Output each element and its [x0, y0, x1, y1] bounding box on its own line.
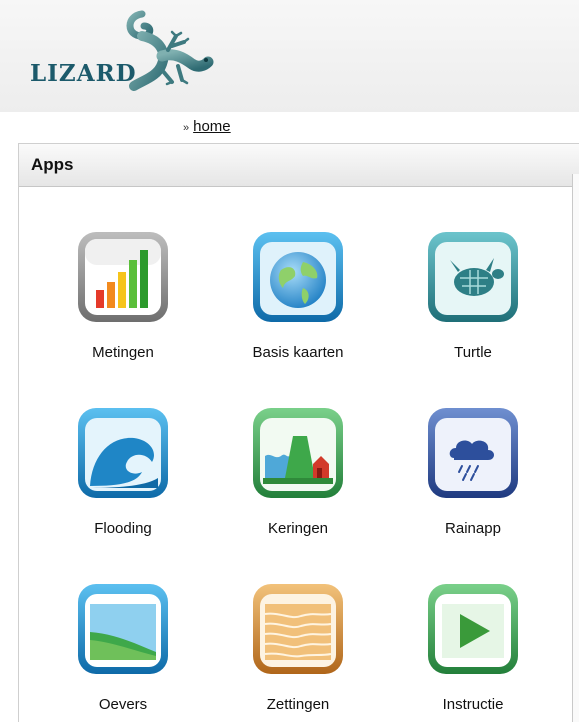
app-label-rainapp: Rainapp [445, 520, 501, 537]
app-label-zettingen: Zettingen [266, 696, 330, 713]
app-tile-basis-kaarten[interactable]: Basis kaarten [214, 230, 364, 390]
raincloud-icon[interactable] [426, 406, 520, 500]
landscape-icon[interactable] [76, 582, 170, 676]
app-label-turtle: Turtle [454, 344, 492, 361]
app-tile-oevers[interactable]: Oevers [39, 582, 189, 722]
app-tile-instructie[interactable]: Instructie [389, 582, 539, 722]
panel-scrollbar[interactable] [572, 174, 579, 722]
logo-text[interactable]: LIZARD [30, 60, 137, 87]
breadcrumb-home-link[interactable]: home [193, 118, 231, 135]
play-icon[interactable] [426, 582, 520, 676]
app-tile-zettingen[interactable]: Zettingen [214, 582, 364, 722]
header: LIZARD [0, 0, 579, 112]
lizard-logo-icon[interactable] [122, 6, 214, 92]
app-label-oevers: Oevers [98, 696, 148, 713]
app-tile-flooding[interactable]: Flooding [39, 406, 189, 566]
apps-panel: Apps Metingen Basis kaarten Turtle Flood… [18, 143, 579, 722]
panel-title: Apps [31, 155, 74, 174]
globe-icon[interactable] [251, 230, 345, 324]
app-label-flooding: Flooding [94, 520, 152, 537]
app-label-keringen: Keringen [267, 520, 329, 537]
layers-icon[interactable] [251, 582, 345, 676]
wave-icon[interactable] [76, 406, 170, 500]
app-tile-rainapp[interactable]: Rainapp [389, 406, 539, 566]
app-label-basis-kaarten: Basis kaarten [252, 344, 344, 361]
app-tile-keringen[interactable]: Keringen [214, 406, 364, 566]
app-label-instructie: Instructie [442, 696, 504, 713]
breadcrumb: » home [183, 118, 231, 135]
app-tile-turtle[interactable]: Turtle [389, 230, 539, 390]
app-tile-metingen[interactable]: Metingen [39, 230, 189, 390]
page: LIZARD » home Apps Metingen Basis kaarte… [0, 0, 579, 722]
turtle-icon[interactable] [426, 230, 520, 324]
app-label-metingen: Metingen [92, 344, 154, 361]
apps-panel-header: Apps [19, 144, 579, 187]
dike-icon[interactable] [251, 406, 345, 500]
breadcrumb-separator: » [183, 122, 190, 134]
bar-chart-icon[interactable] [76, 230, 170, 324]
